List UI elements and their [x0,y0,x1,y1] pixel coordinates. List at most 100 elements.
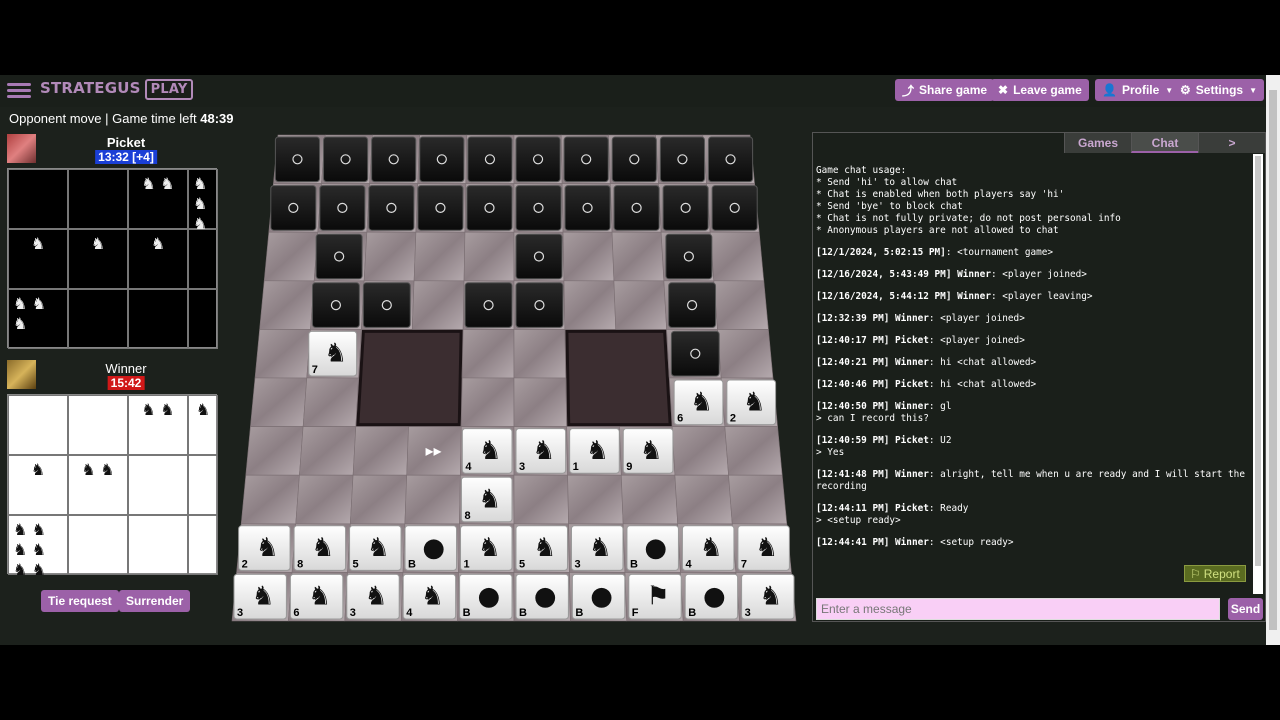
captured-slot [128,289,188,349]
chat-input[interactable] [816,598,1220,620]
board-square[interactable] [563,280,617,330]
menu-icon[interactable] [7,80,31,102]
opponent-piece[interactable] [564,185,611,231]
board-square[interactable] [713,280,769,330]
board-square[interactable] [302,377,359,427]
tab-games[interactable]: Games [1064,133,1131,153]
opponent-piece[interactable] [467,136,513,183]
board-square[interactable] [620,474,678,525]
board-svg[interactable]: ♞ 7 ♞ 6 ♞ 2 ▸▸ ♞ 4 ♞ 3 ♞ 1 ♞ 9 ♞ 8 ♞ 2 ♞ 8 ♞ 5 ● B ♞ 1 ♞ 5 ♞ 3 ● B ♞ 4 ♞ 7 ♞ 3… [228,133,800,623]
flag-icon: ⚑ [646,582,669,612]
board-square[interactable] [728,474,788,525]
board-square[interactable] [350,474,408,525]
opponent-piece[interactable] [611,136,657,183]
board-square[interactable] [724,426,783,476]
surrender-button[interactable]: Surrender [119,590,191,612]
opponent-piece[interactable] [368,185,415,231]
board-square[interactable] [299,426,357,476]
opponent-piece[interactable] [315,233,363,280]
opponent-panel: Picket 13:32 [+4] ♞ ♞ ♞ ♞ ♞ ♞ ♞ ♞ ♞ ♞ ♞ [7,133,218,353]
board-square[interactable] [513,329,567,379]
board-square[interactable] [250,377,308,427]
opponent-piece[interactable] [464,282,513,328]
board-square[interactable] [460,377,515,427]
opponent-piece[interactable] [274,136,321,183]
opponent-piece[interactable] [711,185,758,231]
board-square[interactable] [363,231,417,282]
board-square[interactable] [709,231,765,282]
opponent-piece[interactable] [311,282,360,328]
opponent-piece[interactable] [362,282,411,328]
board-square[interactable] [263,231,319,282]
opponent-piece[interactable] [270,185,317,231]
soldier-icon: ♞ [324,339,347,369]
board-square[interactable] [352,426,409,476]
opponent-piece[interactable] [662,185,709,231]
window-scrollbar[interactable] [1266,75,1280,645]
captured-slot: ♞ ♞ ♞ [8,289,68,349]
opponent-piece[interactable] [323,136,369,183]
chat-message: [12:40:17 PM] Picket: <player joined> [816,335,1025,346]
opponent-piece[interactable] [665,233,713,280]
board-square[interactable] [295,474,354,525]
tab-chat[interactable]: Chat [1131,133,1198,153]
opponent-piece[interactable] [515,282,564,328]
game-board[interactable]: ♞ 7 ♞ 6 ♞ 2 ▸▸ ♞ 4 ♞ 3 ♞ 1 ♞ 9 ♞ 8 ♞ 2 ♞ 8 ♞ 5 ● B ♞ 1 ♞ 5 ♞ 3 ● B ♞ 4 ♞ 7 ♞ 3… [228,133,800,623]
tab-more[interactable]: > [1198,133,1265,153]
chat-scrollbar[interactable] [1253,154,1263,594]
soldier-icon: ♞ [421,582,444,612]
board-square[interactable] [513,474,569,525]
board-square[interactable] [463,231,515,282]
opponent-piece[interactable] [466,185,513,231]
leave-game-button[interactable]: ✖ Leave game [991,79,1089,101]
board-square[interactable] [461,329,515,379]
board-square[interactable] [717,329,774,379]
profile-button[interactable]: 👤 Profile ▼ [1095,79,1181,101]
report-button[interactable]: ⚐ Report [1184,565,1246,582]
logo[interactable]: STRATEGUS PLAY [40,79,194,100]
board-square[interactable] [411,280,465,330]
opponent-clock: 13:32 [+4] [95,150,157,164]
board-square[interactable] [240,474,300,525]
send-button[interactable]: Send [1228,598,1263,620]
board-square[interactable] [259,280,315,330]
soldier-icon: ♞ [700,533,723,563]
opponent-piece[interactable] [670,330,720,377]
board-square[interactable] [404,474,461,525]
board-square[interactable] [567,474,624,525]
board-square[interactable] [245,426,304,476]
opponent-piece[interactable] [371,136,417,183]
soldier-icon: ♞ [639,436,662,466]
board-square[interactable] [613,280,667,330]
board-square[interactable] [671,426,729,476]
opponent-piece[interactable] [613,185,660,231]
chat-intro-line: * Anonymous players are not allowed to c… [816,225,1059,236]
captured-slot: ♞ ♞ ♞ [188,169,218,233]
board-square[interactable] [562,231,615,282]
player-captured-pieces: ♞ ♞ ♞ ♞ ♞ ♞ ♞ ♞ ♞ ♞ ♞ ♞ [7,394,218,579]
captured-slot [128,455,188,515]
opponent-piece[interactable] [563,136,609,183]
board-square[interactable] [674,474,733,525]
chat-message: [12/1/2024, 5:02:15 PM]: <tournament gam… [816,247,1054,258]
settings-button[interactable]: ⚙ Settings ▼ [1173,79,1265,101]
board-square[interactable] [513,377,568,427]
board-square[interactable] [611,231,665,282]
tie-request-button[interactable]: Tie request [41,590,119,612]
opponent-piece[interactable] [319,185,366,231]
board-square[interactable] [254,329,311,379]
board-square[interactable] [413,231,466,282]
opponent-piece[interactable] [707,136,754,183]
share-game-button[interactable]: ⤴ Share game [895,79,995,101]
opponent-piece[interactable] [668,282,717,328]
opponent-piece[interactable] [417,185,464,231]
soldier-icon: ♞ [478,533,501,563]
opponent-piece[interactable] [515,136,561,183]
opponent-piece[interactable] [659,136,705,183]
opponent-piece[interactable] [419,136,465,183]
opponent-piece[interactable] [515,185,562,231]
opponent-piece[interactable] [515,233,563,280]
chat-messages: [12/1/2024, 5:02:15 PM]: <tournament gam… [816,247,1251,549]
piece-rank: 7 [312,364,318,376]
share-icon: ⤴ [902,83,915,98]
